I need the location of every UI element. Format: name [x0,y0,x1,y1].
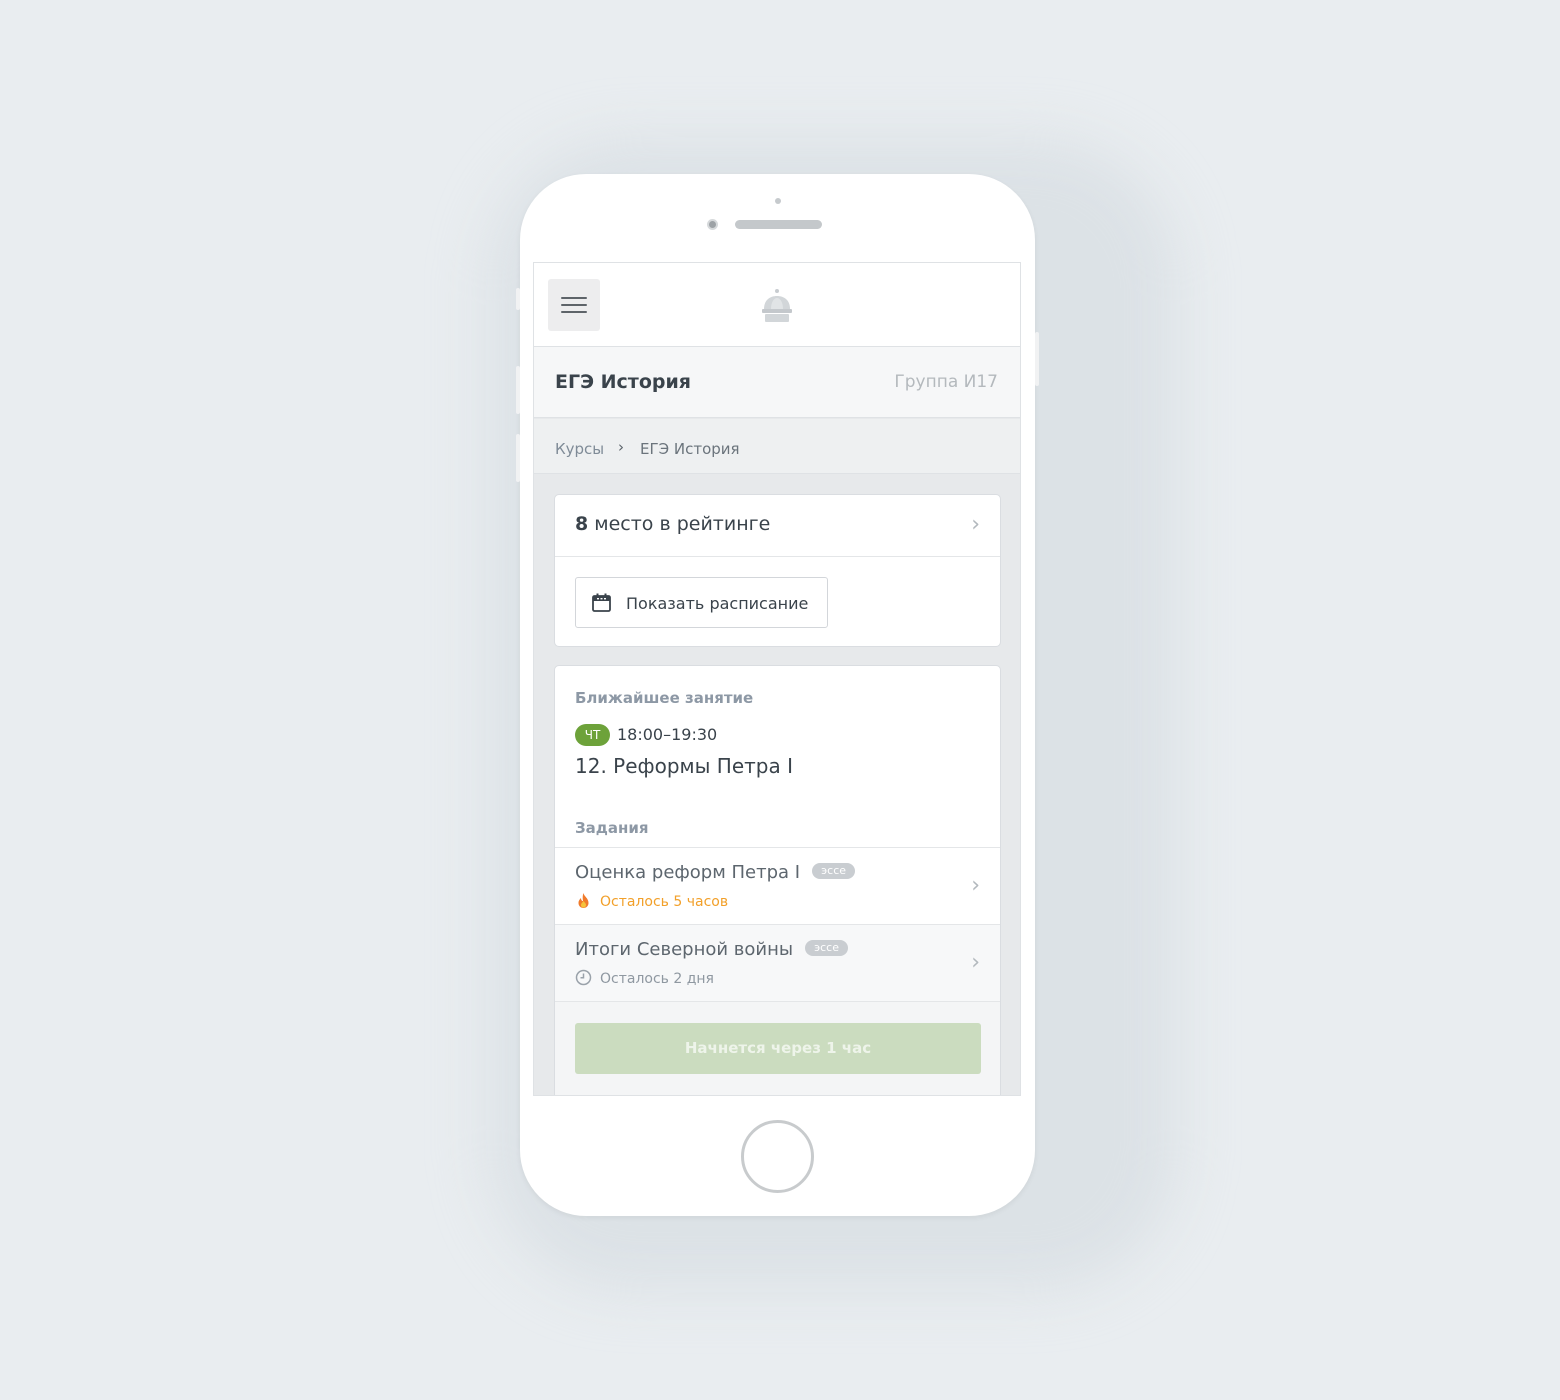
task-item[interactable]: Итоги Северной войны эссе Осталось 2 дня … [555,924,1000,1001]
fire-icon [578,893,589,908]
task-deadline-text: Осталось 5 часов [600,894,729,910]
volume-up-button [516,366,520,414]
hamburger-icon [561,297,587,299]
next-lesson-card: Ближайшее занятие ЧТ 18:00–19:30 12. Реф… [554,665,1001,1095]
task-type-badge: эссе [805,940,848,956]
start-lesson-button[interactable]: Начнется через 1 час [575,1023,981,1074]
rating-card: 8 место в рейтинге › Показать расписание [554,494,1001,647]
mute-switch [516,288,520,310]
clock-icon [575,969,592,986]
lesson-time: 18:00–19:30 [617,725,718,744]
proximity-sensor [775,198,781,204]
day-badge: ЧТ [575,724,610,746]
lesson-title: 12. Реформы Петра I [575,754,793,778]
task-item[interactable]: Оценка реформ Петра I эссе Осталось 5 час… [555,847,1000,924]
crown-icon [762,289,792,322]
task-deadline-text: Осталось 2 дня [600,971,714,987]
breadcrumb: Курсы › ЕГЭ История [534,419,1020,474]
rating-place: 8 [575,513,589,535]
next-lesson-heading: Ближайшее занятие [575,689,754,707]
chevron-right-icon: › [971,873,980,898]
task-title-text: Оценка реформ Петра I [575,862,801,883]
breadcrumb-current: ЕГЭ История [640,440,740,458]
power-button [1035,332,1039,386]
task-type-badge: эссе [812,863,856,879]
front-camera [707,219,718,230]
task-deadline: Осталось 5 часов [575,892,728,910]
calendar-icon [592,593,611,612]
breadcrumb-separator-icon: › [618,438,624,456]
breadcrumb-courses-link[interactable]: Курсы [555,440,604,458]
rating-row[interactable]: 8 место в рейтинге › [555,495,1000,557]
course-title: ЕГЭ История [555,371,691,393]
earpiece-speaker [735,220,822,229]
task-title-text: Итоги Северной войны [575,939,794,960]
home-button[interactable] [741,1120,814,1193]
app-screen: ЕГЭ История Группа И17 Курсы › ЕГЭ Истор… [533,262,1021,1096]
task-deadline: Осталось 2 дня [575,969,714,987]
chevron-right-icon: › [971,950,980,975]
course-header: ЕГЭ История Группа И17 [534,347,1020,418]
show-schedule-label: Показать расписание [626,594,809,613]
group-label: Группа И17 [894,372,998,392]
rating-text: 8 место в рейтинге [575,513,770,535]
volume-down-button [516,434,520,482]
menu-button[interactable] [548,279,600,331]
show-schedule-button[interactable]: Показать расписание [575,577,828,628]
top-bar [534,263,1020,347]
chevron-right-icon: › [971,512,980,537]
rating-label: место в рейтинге [588,513,771,535]
start-button-area: Начнется через 1 час [555,1001,1000,1095]
tasks-heading: Задания [575,819,649,837]
task-title: Оценка реформ Петра I эссе [575,862,856,883]
task-title: Итоги Северной войны эссе [575,939,848,960]
